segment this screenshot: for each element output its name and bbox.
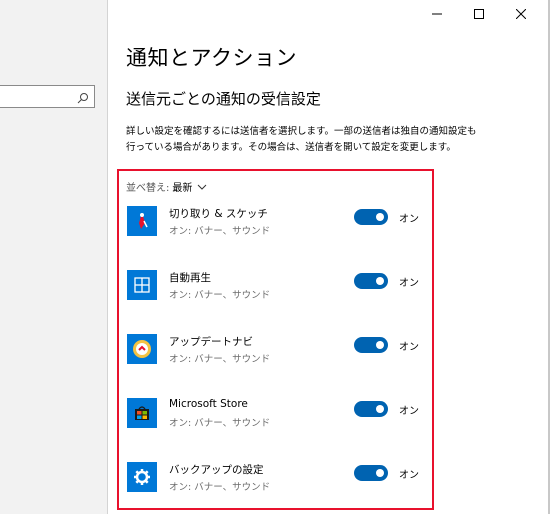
update-navi-icon [127, 334, 157, 364]
search-input[interactable] [0, 85, 95, 108]
gear-icon [127, 462, 157, 492]
notification-toggle[interactable] [354, 209, 388, 225]
toggle-label: オン [399, 342, 419, 353]
notification-toggle[interactable] [354, 337, 388, 353]
app-status: オン: バナー、サウンド [169, 482, 271, 493]
window-controls [416, 4, 542, 24]
sort-label: 並べ替え: [126, 183, 170, 194]
minimize-button[interactable] [416, 4, 458, 24]
section-description: 詳しい設定を確認するには送信者を選択します。一部の送信者は独自の通知設定も行って… [126, 126, 477, 153]
app-row-backup-settings[interactable]: バックアップの設定 オン: バナー、サウンド オン [127, 460, 427, 500]
app-row-microsoft-store[interactable]: Microsoft Store オン: バナー、サウンド オン [127, 396, 427, 436]
sort-value: 最新 [172, 183, 193, 194]
app-name: 切り取り & スケッチ [169, 208, 268, 220]
toggle-label: オン [399, 214, 419, 225]
section-title: 送信元ごとの通知の受信設定 [126, 90, 321, 108]
app-status: オン: バナー、サウンド [169, 226, 271, 237]
toggle-label: オン [399, 406, 419, 417]
sort-dropdown[interactable]: 並べ替え: 最新 [126, 179, 207, 194]
pane-divider [107, 0, 108, 514]
notification-toggle[interactable] [354, 273, 388, 289]
app-name: バックアップの設定 [169, 464, 264, 476]
notification-toggle[interactable] [354, 465, 388, 481]
app-status: オン: バナー、サウンド [169, 418, 271, 429]
close-button[interactable] [500, 4, 542, 24]
notification-toggle[interactable] [354, 401, 388, 417]
app-name: アップデートナビ [169, 336, 253, 348]
app-status: オン: バナー、サウンド [169, 290, 271, 301]
app-row-update-navi[interactable]: アップデートナビ オン: バナー、サウンド オン [127, 332, 427, 372]
toggle-label: オン [399, 470, 419, 481]
microsoft-store-icon [127, 398, 157, 428]
snip-sketch-icon [127, 206, 157, 236]
minimize-icon [432, 13, 442, 15]
app-name: Microsoft Store [169, 398, 248, 410]
search-icon[interactable] [76, 90, 90, 104]
autoplay-icon [127, 270, 157, 300]
toggle-label: オン [399, 278, 419, 289]
app-row-snip-sketch[interactable]: 切り取り & スケッチ オン: バナー、サウンド オン [127, 204, 427, 244]
app-row-autoplay[interactable]: 自動再生 オン: バナー、サウンド オン [127, 268, 427, 308]
app-status: オン: バナー、サウンド [169, 354, 271, 365]
app-name: 自動再生 [169, 272, 211, 284]
maximize-button[interactable] [458, 4, 500, 24]
page-title: 通知とアクション [126, 46, 297, 70]
close-icon [516, 9, 526, 19]
maximize-icon [474, 9, 484, 19]
chevron-down-icon [198, 184, 207, 190]
left-pane [0, 0, 107, 514]
